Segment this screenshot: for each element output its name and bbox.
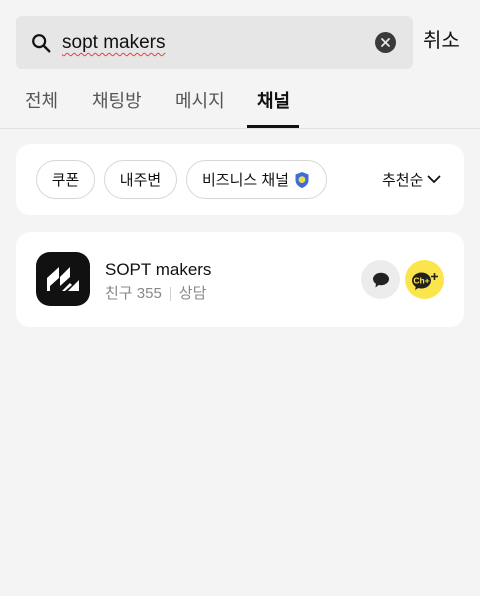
filter-bar: 쿠폰 내주변 비즈니스 채널 추천순	[16, 144, 464, 215]
chevron-down-icon	[428, 175, 441, 183]
channel-add-badge: Ch+	[413, 275, 429, 285]
channel-name: SOPT makers	[105, 260, 212, 279]
tab-chatrooms[interactable]: 채팅방	[92, 90, 142, 112]
channel-logo	[36, 252, 90, 306]
meta-divider	[169, 287, 171, 301]
search-header: sopt makers 취소 전체 채팅방 메시지 채널	[0, 0, 480, 128]
cancel-button[interactable]: 취소	[423, 28, 460, 54]
search-bar[interactable]: sopt makers	[16, 16, 413, 69]
tab-all[interactable]: 전체	[25, 90, 58, 112]
chip-label: 쿠폰	[51, 172, 80, 189]
chat-bubble-icon[interactable]	[361, 260, 400, 299]
chip-label: 내주변	[119, 172, 162, 189]
tab-channels[interactable]: 채널	[257, 90, 290, 112]
chip-label: 비즈니스 채널	[202, 172, 289, 189]
search-icon	[32, 34, 51, 53]
channel-add-icon[interactable]: Ch+	[405, 260, 444, 299]
friend-count: 친구 355	[105, 285, 162, 302]
clear-icon[interactable]	[375, 32, 396, 53]
result-tabs: 전체 채팅방 메시지 채널	[0, 84, 480, 128]
filter-chip-coupon[interactable]: 쿠폰	[36, 160, 95, 199]
sort-label: 추천순	[382, 172, 424, 189]
filter-chip-nearby[interactable]: 내주변	[104, 160, 177, 199]
channel-meta: 친구 355 상담	[105, 284, 206, 304]
tab-messages[interactable]: 메시지	[175, 90, 225, 112]
search-input[interactable]: sopt makers	[62, 31, 165, 55]
shield-icon	[295, 171, 309, 188]
sort-dropdown[interactable]: 추천순	[382, 169, 441, 190]
filter-chip-business-channel[interactable]: 비즈니스 채널	[186, 160, 327, 199]
header-divider	[0, 128, 480, 129]
search-query: sopt makers	[62, 32, 166, 53]
consult-label: 상담	[178, 285, 207, 302]
channel-result-item[interactable]: SOPT makers 친구 355 상담 Ch+	[16, 232, 464, 327]
